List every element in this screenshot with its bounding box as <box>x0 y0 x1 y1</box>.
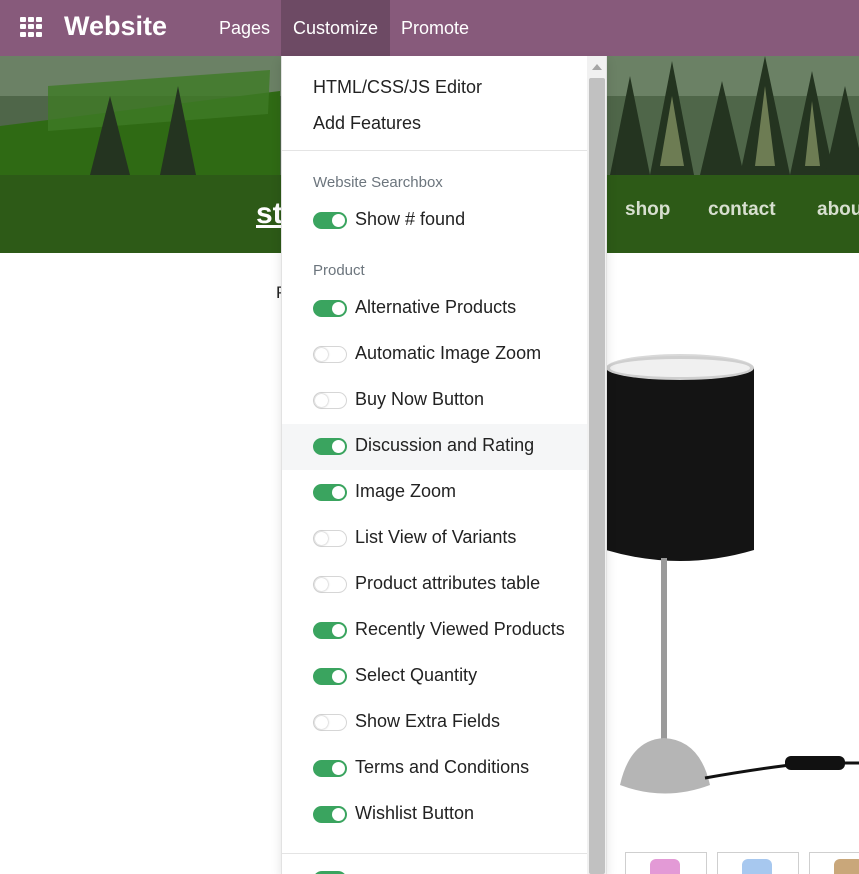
toggle-label: Show # found <box>355 209 466 229</box>
toggle-switch[interactable] <box>313 576 347 593</box>
toggle-label: Terms and Conditions <box>355 757 530 777</box>
toggle-switch[interactable] <box>313 622 347 639</box>
toggle-label: Select Quantity <box>355 665 478 685</box>
menu-customize[interactable]: Customize <box>281 0 391 56</box>
toggle-label: Product attributes table <box>355 573 541 593</box>
toggle-label: Recently Viewed Products <box>355 619 565 639</box>
toggle-switch[interactable] <box>313 760 347 777</box>
toggle-show-extra-fields[interactable]: Show Extra Fields <box>282 700 588 746</box>
site-nav-contact[interactable]: contact <box>708 199 776 221</box>
toggle-switch[interactable] <box>313 212 347 229</box>
toggle-wishlist-button[interactable]: Wishlist Button <box>282 792 588 838</box>
toggle-terms-and-conditions[interactable]: Terms and Conditions <box>282 746 588 792</box>
toggle-switch[interactable] <box>313 484 347 501</box>
add-features-item[interactable]: Add Features <box>313 113 421 134</box>
toggle-label: Alternative Products <box>355 297 517 317</box>
html-css-js-editor-item[interactable]: HTML/CSS/JS Editor <box>313 77 482 98</box>
toggle-switch[interactable] <box>313 346 347 363</box>
toggle-label: List View of Variants <box>355 527 517 547</box>
section-header-product: Product <box>313 262 365 279</box>
variant-thumbnail[interactable] <box>717 852 799 874</box>
section-header-website-searchbox: Website Searchbox <box>313 174 443 191</box>
toggle-switch[interactable] <box>313 806 347 823</box>
variant-thumbnail[interactable] <box>809 852 859 874</box>
toggle-select-quantity[interactable]: Select Quantity <box>282 654 588 700</box>
scrollbar-thumb[interactable] <box>589 78 605 874</box>
scroll-up-arrow-icon[interactable] <box>592 64 602 70</box>
site-nav-about[interactable]: abou <box>817 199 859 221</box>
toggle-switch[interactable] <box>313 714 347 731</box>
apps-grid-icon[interactable] <box>20 17 43 37</box>
menu-pages[interactable]: Pages <box>207 0 282 56</box>
toggle-label: Discussion and Rating <box>355 435 535 455</box>
product-image[interactable] <box>590 340 859 810</box>
site-nav-shop[interactable]: shop <box>625 199 670 221</box>
toggle-switch[interactable] <box>313 300 347 317</box>
toggle-recently-viewed-products[interactable]: Recently Viewed Products <box>282 608 588 654</box>
toggle-image-zoom[interactable]: Image Zoom <box>282 470 588 516</box>
app-title: Website <box>64 11 168 41</box>
toggle-discussion-and-rating[interactable]: Discussion and Rating <box>282 424 588 470</box>
customize-dropdown-menu: HTML/CSS/JS Editor Add Features Website … <box>281 56 607 874</box>
toggle-switch[interactable] <box>313 668 347 685</box>
site-logo[interactable]: st <box>256 197 282 231</box>
top-navbar: Website Pages Customize Promote <box>0 0 859 56</box>
toggle-label: Automatic Image Zoom <box>355 343 542 363</box>
toggle-switch[interactable] <box>313 530 347 547</box>
toggle-label: Show Extra Fields <box>355 711 501 731</box>
toggle-list-view-of-variants[interactable]: List View of Variants <box>282 516 588 562</box>
toggle-label: Buy Now Button <box>355 389 485 409</box>
divider <box>282 853 588 854</box>
toggle-buy-now-button[interactable]: Buy Now Button <box>282 378 588 424</box>
dropdown-scrollbar[interactable] <box>587 56 606 874</box>
menu-promote[interactable]: Promote <box>389 0 481 56</box>
toggle-automatic-image-zoom[interactable]: Automatic Image Zoom <box>282 332 588 378</box>
toggle-label: Image Zoom <box>355 481 457 501</box>
toggle-product-attributes-table[interactable]: Product attributes table <box>282 562 588 608</box>
toggle-switch[interactable] <box>313 438 347 455</box>
variant-thumbnail[interactable] <box>625 852 707 874</box>
toggle-label: Wishlist Button <box>355 803 475 823</box>
toggle-switch[interactable] <box>313 392 347 409</box>
divider <box>282 150 588 151</box>
toggle-alternative-products[interactable]: Alternative Products <box>282 286 588 332</box>
toggle-show-found[interactable]: Show # found <box>282 198 588 244</box>
